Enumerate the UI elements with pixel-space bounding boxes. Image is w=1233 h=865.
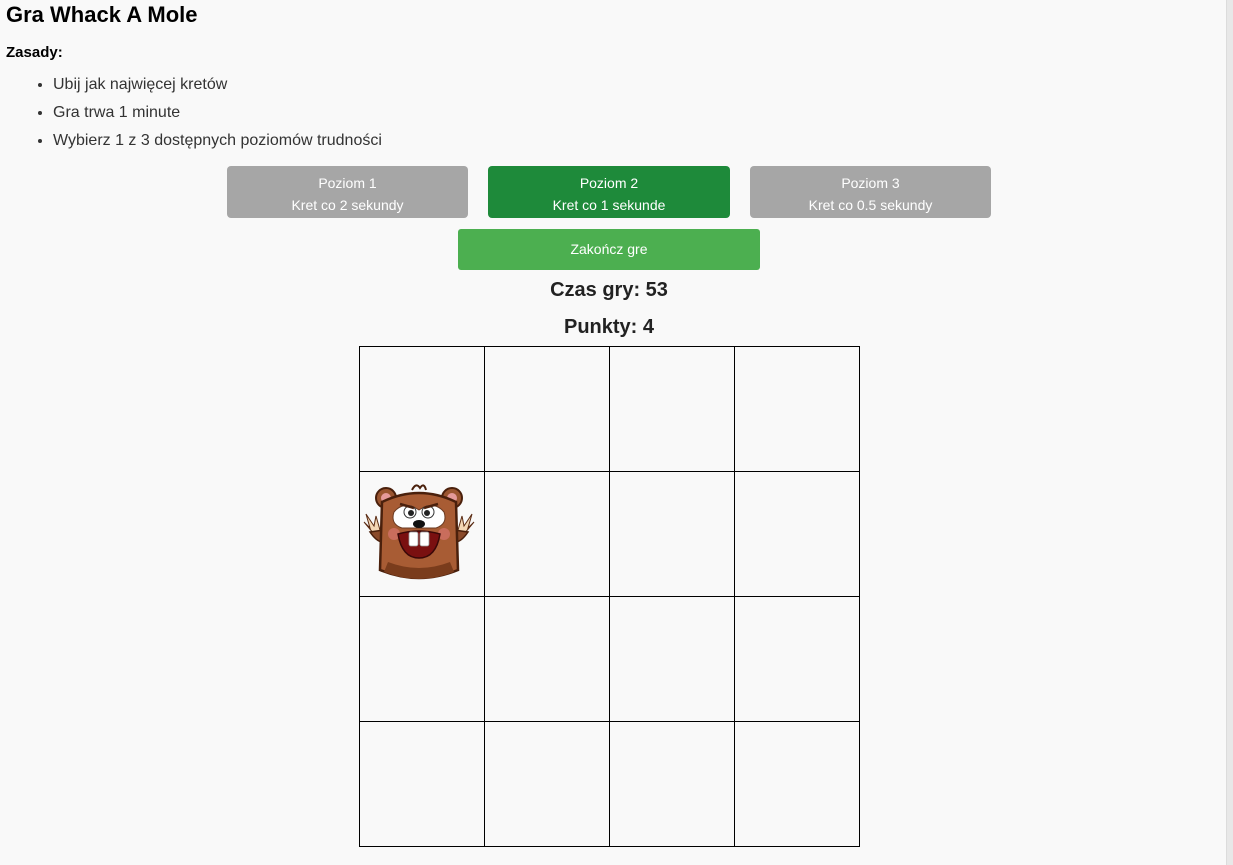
level-2-name: Poziom 2 <box>579 175 639 191</box>
level-3-desc: Kret co 0.5 sekundy <box>808 197 933 213</box>
board-cell-3-1[interactable] <box>360 597 485 722</box>
level-1-button[interactable]: Poziom 1 Kret co 2 sekundy <box>227 166 468 218</box>
score: Punkty: 4 <box>563 316 655 338</box>
board-cell-2-4[interactable] <box>735 472 860 597</box>
board-cell-1-4[interactable] <box>735 347 860 472</box>
board-cell-3-4[interactable] <box>735 597 860 722</box>
scrollbar[interactable] <box>1226 0 1233 865</box>
level-2-button[interactable]: Poziom 2 Kret co 1 sekunde <box>488 166 730 218</box>
board-cell-1-1[interactable] <box>360 347 485 472</box>
level-2-desc: Kret co 1 sekunde <box>552 197 666 213</box>
game-time: Czas gry: 53 <box>550 279 668 301</box>
board-cell-2-3[interactable] <box>610 472 735 597</box>
board-cell-4-2[interactable] <box>485 722 610 847</box>
end-game-button[interactable]: Zakończ gre <box>458 229 760 270</box>
rule-item: Ubij jak najwięcej kretów <box>53 74 382 102</box>
rule-item: Gra trwa 1 minute <box>53 102 382 130</box>
game-board <box>359 346 860 847</box>
board-cell-2-2[interactable] <box>485 472 610 597</box>
level-1-name: Poziom 1 <box>318 175 377 191</box>
board-cell-4-3[interactable] <box>610 722 735 847</box>
board-cell-2-1[interactable] <box>360 472 485 597</box>
mole-icon[interactable] <box>360 482 478 587</box>
board-cell-1-3[interactable] <box>610 347 735 472</box>
board-cell-1-2[interactable] <box>485 347 610 472</box>
rule-item: Wybierz 1 z 3 dostępnych poziomów trudno… <box>53 130 382 158</box>
level-3-name: Poziom 3 <box>841 175 900 191</box>
page-title: Gra Whack A Mole <box>6 2 198 27</box>
board-cell-4-4[interactable] <box>735 722 860 847</box>
board-cell-3-3[interactable] <box>610 597 735 722</box>
rules-list: Ubij jak najwięcej kretów Gra trwa 1 min… <box>33 74 382 158</box>
level-3-button[interactable]: Poziom 3 Kret co 0.5 sekundy <box>750 166 991 218</box>
board-cell-4-1[interactable] <box>360 722 485 847</box>
level-1-desc: Kret co 2 sekundy <box>291 197 404 213</box>
rules-heading: Zasady: <box>6 44 63 61</box>
board-cell-3-2[interactable] <box>485 597 610 722</box>
